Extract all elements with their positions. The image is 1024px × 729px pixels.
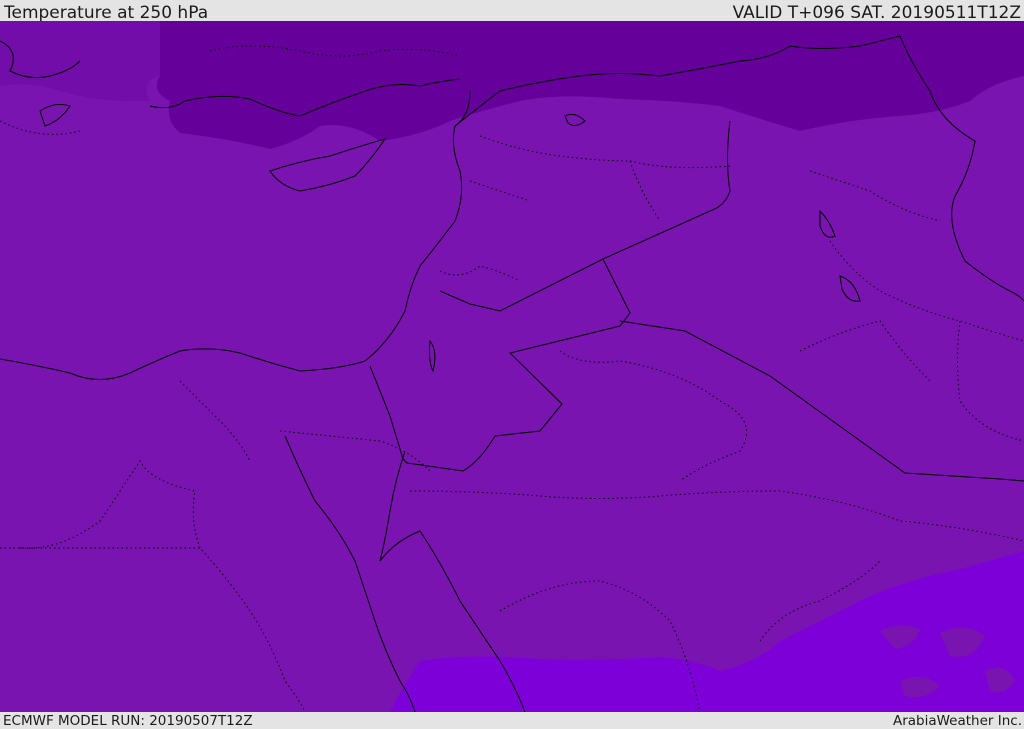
- credit-label: ArabiaWeather Inc.: [892, 713, 1022, 729]
- header-bar: Temperature at 250 hPa VALID T+096 SAT. …: [0, 0, 1024, 23]
- footer-bar: ECMWF MODEL RUN: 20190507T12Z ArabiaWeat…: [0, 712, 1024, 729]
- valid-time-label: VALID T+096 SAT. 20190511T12Z: [732, 3, 1021, 23]
- map-area[interactable]: [0, 21, 1024, 712]
- temperature-map: [0, 21, 1024, 712]
- map-title: Temperature at 250 hPa: [4, 3, 209, 23]
- model-run-label: ECMWF MODEL RUN: 20190507T12Z: [3, 713, 253, 729]
